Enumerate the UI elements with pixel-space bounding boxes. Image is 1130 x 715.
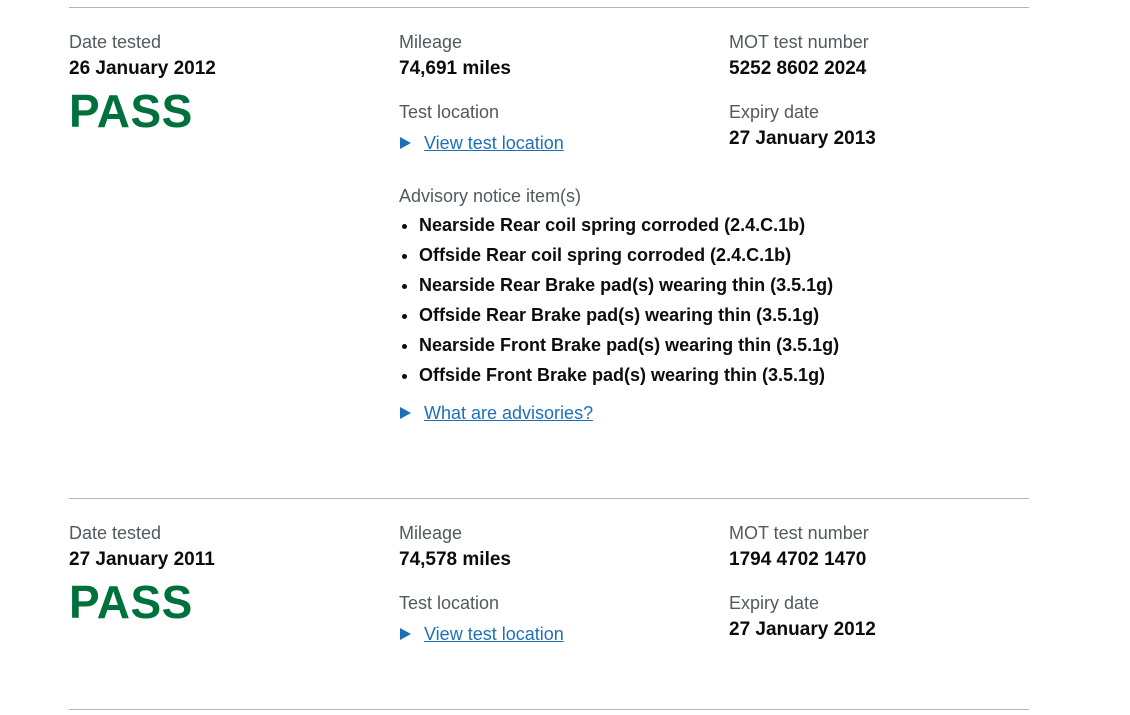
mot-test-number-label: MOT test number (729, 523, 869, 543)
test-number-column: MOT test number 1794 4702 1470 Expiry da… (729, 522, 1049, 662)
disclosure-triangle-icon (400, 137, 411, 149)
advisory-item: Nearside Front Brake pad(s) wearing thin… (419, 330, 849, 360)
view-test-location-link[interactable]: View test location (424, 623, 564, 645)
advisory-item: Offside Front Brake pad(s) wearing thin … (419, 360, 849, 390)
date-tested-label: Date tested (69, 523, 162, 543)
date-column: Date tested 27 January 2011 PASS (69, 522, 389, 627)
expiry-date-value: 27 January 2013 (729, 128, 876, 149)
record-divider (69, 7, 1029, 8)
advisory-item: Nearside Rear coil spring corroded (2.4.… (419, 210, 849, 240)
what-are-advisories-toggle[interactable]: What are advisories? (399, 401, 849, 425)
date-tested-value: 26 January 2012 (69, 58, 216, 79)
disclosure-triangle-icon (400, 628, 411, 640)
disclosure-triangle-icon (400, 407, 411, 419)
advisory-list: Nearside Rear coil spring corroded (2.4.… (399, 210, 849, 390)
expiry-date-label: Expiry date (729, 593, 820, 613)
record-divider (69, 709, 1029, 710)
date-tested-value: 27 January 2011 (69, 549, 215, 570)
mot-test-number-value: 5252 8602 2024 (729, 58, 867, 79)
advisory-notice-label: Advisory notice item(s) (399, 186, 582, 206)
date-column: Date tested 26 January 2012 PASS (69, 31, 389, 136)
advisory-item: Offside Rear coil spring corroded (2.4.C… (419, 240, 849, 270)
test-result-pass: PASS (69, 85, 193, 137)
test-result-pass: PASS (69, 576, 193, 628)
test-number-column: MOT test number 5252 8602 2024 Expiry da… (729, 31, 1049, 171)
date-tested-label: Date tested (69, 32, 162, 52)
record-divider (69, 498, 1029, 499)
mot-test-number-value: 1794 4702 1470 (729, 549, 867, 570)
expiry-date-label: Expiry date (729, 102, 820, 122)
what-are-advisories-link[interactable]: What are advisories? (424, 402, 593, 424)
advisory-item: Nearside Rear Brake pad(s) wearing thin … (419, 270, 849, 300)
mot-test-number-label: MOT test number (729, 32, 869, 52)
advisory-item: Offside Rear Brake pad(s) wearing thin (… (419, 300, 849, 330)
mot-history-page: Date tested 26 January 2012 PASS Mileage… (0, 0, 1130, 715)
view-test-location-link[interactable]: View test location (424, 132, 564, 154)
expiry-date-value: 27 January 2012 (729, 619, 876, 640)
